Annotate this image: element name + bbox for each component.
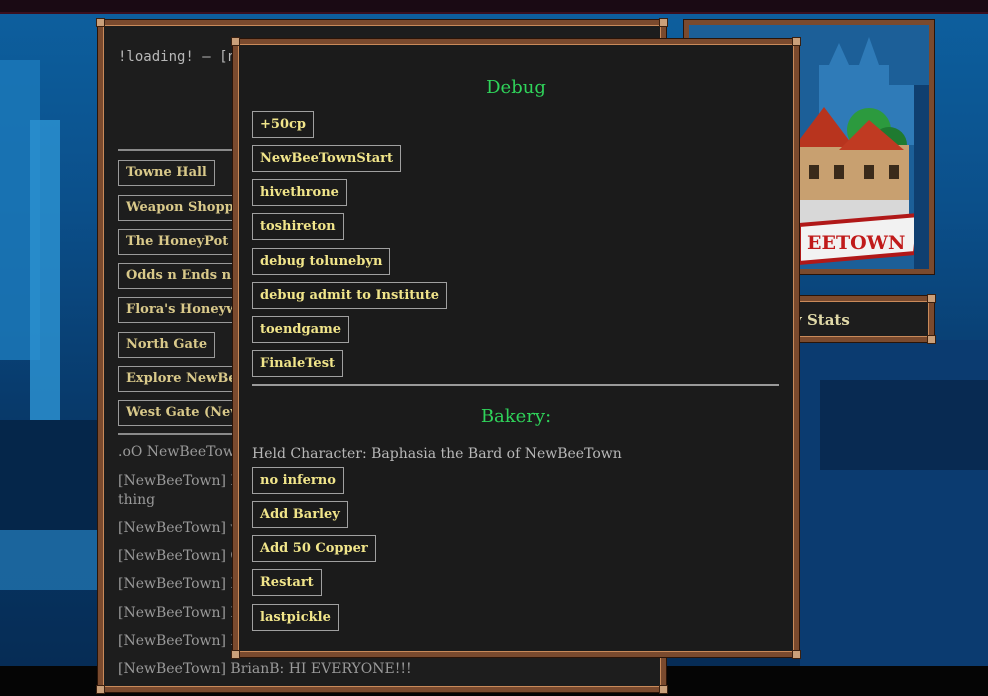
- bakery-button-restart[interactable]: Restart: [252, 569, 322, 596]
- frame-corner: [792, 37, 801, 46]
- frame-corner: [927, 335, 936, 344]
- debug-button-admit-institute[interactable]: debug admit to Institute: [252, 282, 447, 309]
- debug-button-hivethrone[interactable]: hivethrone: [252, 179, 347, 206]
- bakery-button-add-50-copper[interactable]: Add 50 Copper: [252, 535, 376, 562]
- frame-corner: [659, 685, 668, 694]
- chat-log-line: [NewBeeTown] BrianB: HI EVERYONE!!!: [118, 661, 412, 677]
- frame-corner: [96, 685, 105, 694]
- loading-status: !loading! — [n: [118, 49, 237, 65]
- debug-button-toshireton[interactable]: toshireton: [252, 213, 344, 240]
- crystal-spire: [30, 120, 60, 450]
- top-bar: [0, 0, 988, 14]
- debug-button-finaletest[interactable]: FinaleTest: [252, 350, 344, 377]
- location-button-towne-hall[interactable]: Towne Hall: [118, 160, 215, 186]
- bakery-button-lastpickle[interactable]: lastpickle: [252, 604, 339, 631]
- debug-modal: Debug +50cp NewBeeTownStart hivethrone t…: [231, 37, 801, 659]
- debug-button-50cp[interactable]: +50cp: [252, 111, 314, 138]
- frame-corner: [792, 650, 801, 659]
- debug-title: Debug: [486, 77, 546, 98]
- debug-button-newbeetownstart[interactable]: NewBeeTownStart: [252, 145, 402, 172]
- debug-button-toendgame[interactable]: toendgame: [252, 316, 350, 343]
- crystal-spire: [0, 530, 100, 590]
- frame-corner: [659, 18, 668, 27]
- held-character: Held Character: Baphasia the Bard of New…: [252, 446, 622, 462]
- bakery-title: Bakery:: [480, 406, 552, 427]
- cliff: [0, 420, 100, 530]
- frame-corner: [927, 294, 936, 303]
- debug-button-tolunebyn[interactable]: debug tolunebyn: [252, 248, 391, 275]
- town-sign-text: EETOWN: [807, 232, 905, 254]
- frame-corner: [231, 650, 240, 659]
- frame-corner: [96, 18, 105, 27]
- frame-corner: [231, 37, 240, 46]
- bakery-button-add-barley[interactable]: Add Barley: [252, 501, 348, 528]
- location-button-north-gate[interactable]: North Gate: [118, 332, 216, 358]
- divider: [252, 384, 779, 386]
- bakery-button-no-inferno[interactable]: no inferno: [252, 467, 344, 494]
- location-button-weapon-shoppe[interactable]: Weapon Shoppe: [118, 195, 250, 221]
- stats-label[interactable]: y Stats: [793, 311, 850, 329]
- silhouette-ground: [820, 380, 988, 470]
